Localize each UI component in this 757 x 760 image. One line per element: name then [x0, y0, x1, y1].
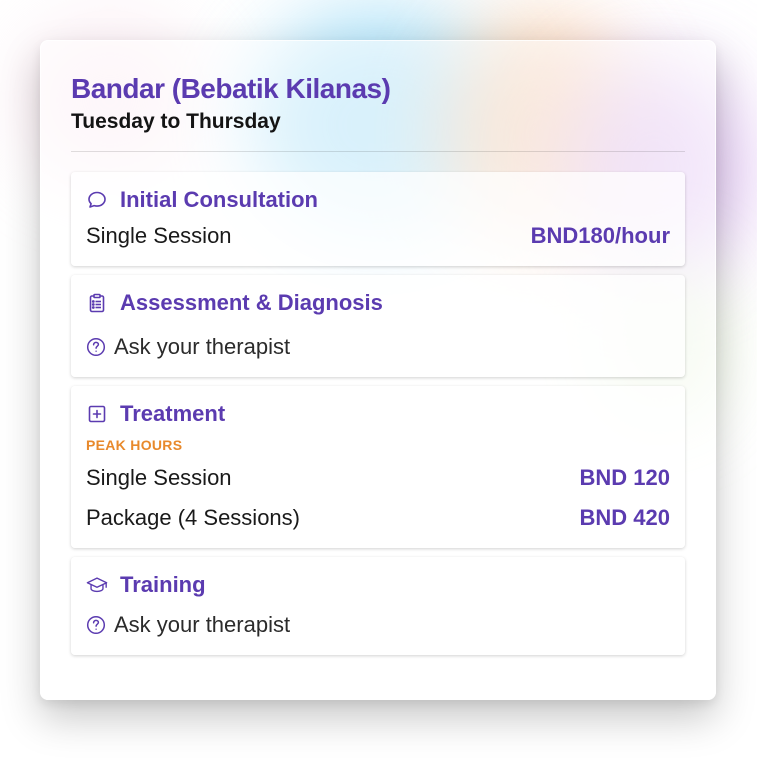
price-row: Single Session BND 120 [86, 458, 670, 498]
chat-bubble-icon [86, 189, 108, 211]
service-training: Training Ask your therapist [71, 557, 685, 655]
session-label: Package (4 Sessions) [86, 505, 300, 530]
ask-therapist: Ask your therapist [86, 605, 670, 645]
question-circle-icon [86, 337, 106, 357]
session-price: BND 120 [579, 465, 670, 490]
service-assessment-diagnosis: Assessment & Diagnosis Ask your therapis… [71, 275, 685, 377]
service-name: Assessment & Diagnosis [120, 290, 383, 315]
service-name: Treatment [120, 401, 226, 426]
service-header: Treatment [86, 398, 670, 430]
session-label: Single Session [86, 465, 232, 490]
service-header: Training [86, 569, 670, 601]
ask-therapist-text: Ask your therapist [114, 334, 291, 359]
plus-square-icon [86, 403, 108, 425]
divider [71, 151, 685, 152]
question-circle-icon [86, 615, 106, 635]
service-initial-consultation: Initial Consultation Single Session BND1… [71, 172, 685, 266]
peak-hours-tag: PEAK HOURS [86, 437, 183, 453]
service-name: Initial Consultation [120, 187, 318, 212]
service-header: Initial Consultation [86, 184, 670, 216]
location-title: Bandar (Bebatik Kilanas) [71, 73, 391, 104]
stage: Bandar (Bebatik Kilanas) Tuesday to Thur… [0, 0, 757, 760]
session-label: Single Session [86, 223, 232, 248]
location-card: Bandar (Bebatik Kilanas) Tuesday to Thur… [40, 40, 716, 700]
clipboard-icon [86, 292, 108, 314]
ask-therapist: Ask your therapist [86, 327, 670, 367]
service-name: Training [120, 572, 206, 597]
service-treatment: Treatment PEAK HOURS Single Session BND … [71, 386, 685, 548]
session-price: BND180/hour [530, 223, 670, 248]
service-header: Assessment & Diagnosis [86, 287, 670, 319]
price-row: Single Session BND180/hour [86, 216, 670, 256]
price-row: Package (4 Sessions) BND 420 [86, 498, 670, 538]
ask-therapist-text: Ask your therapist [114, 612, 291, 637]
location-days: Tuesday to Thursday [71, 110, 281, 133]
session-price: BND 420 [579, 505, 670, 530]
graduation-cap-icon [86, 574, 108, 596]
